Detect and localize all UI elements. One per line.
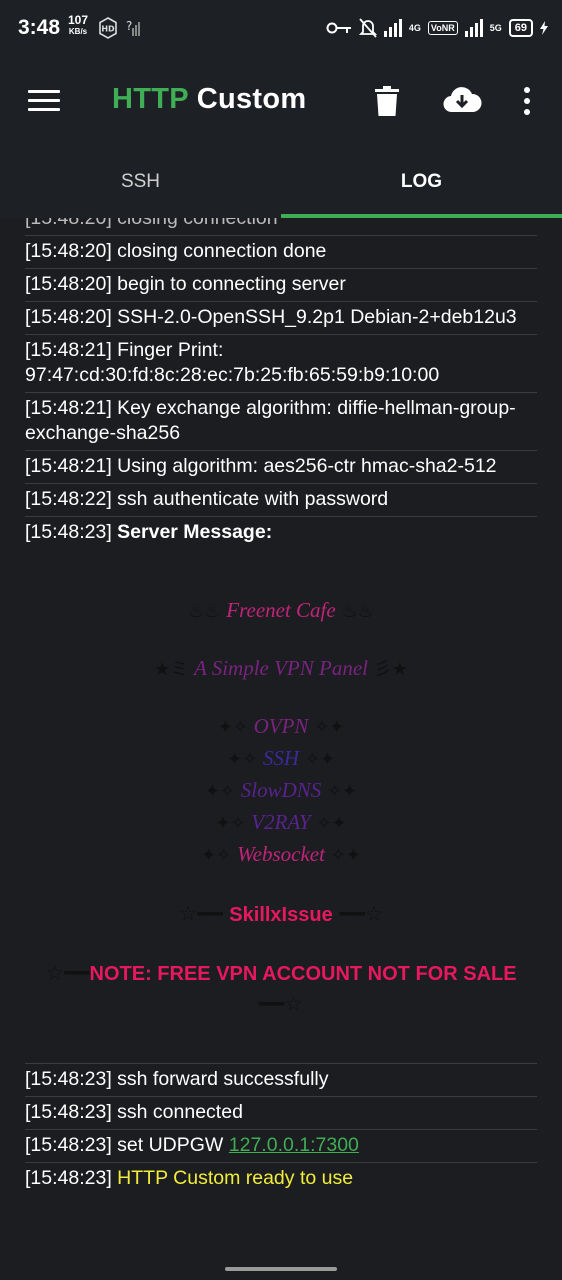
log-entry: [15:48:22] ssh authenticate with passwor… (25, 484, 537, 517)
home-indicator[interactable] (225, 1267, 337, 1271)
log-entry: [15:48:21] Using algorithm: aes256-ctr h… (25, 451, 537, 484)
signal-bars-2-icon (464, 19, 483, 37)
tab-log[interactable]: LOG (281, 148, 562, 218)
notification-icons: HD ? (98, 16, 142, 45)
udpgw-prefix: [15:48:23] set UDPGW (25, 1134, 224, 1156)
server-panel-text: A Simple VPN Panel (194, 656, 368, 680)
server-service-slowdns: ✦✧ SlowDNS ✧✦ (204, 778, 358, 802)
network-speed-value: 107 (68, 13, 89, 27)
server-message-entry: [15:48:23] Server Message: ♨♨ Freenet Ca… (25, 517, 537, 1064)
status-time: 3:48 (18, 16, 61, 39)
app-title-http: HTTP (112, 83, 189, 115)
log-entry: [15:48:20] closing connection (25, 218, 537, 236)
log-entry: [15:48:20] closing connection done (25, 236, 537, 269)
app-title: HTTP Custom (112, 83, 307, 116)
status-right-icons: 4G VoNR 5G 69 (326, 14, 548, 42)
ready-time: [15:48:23] (25, 1167, 112, 1189)
log-entry: [15:48:21] Finger Print: 97:47:cd:30:fd:… (25, 335, 537, 393)
log-entry: [15:48:20] SSH-2.0-OpenSSH_9.2p1 Debian-… (25, 302, 537, 335)
server-service-websocket: ✦✧ Websocket ✧✦ (201, 842, 361, 866)
log-entry-ready: [15:48:23] HTTP Custom ready to use (25, 1163, 537, 1195)
menu-icon[interactable] (28, 90, 60, 114)
server-note: ☆━━NOTE: FREE VPN ACCOUNT NOT FOR SALE ━━… (45, 961, 517, 1016)
trash-icon[interactable] (374, 86, 400, 116)
server-service-ovpn: ✦✧ OVPN ✧✦ (217, 714, 345, 738)
server-line-panel: ★ミ A Simple VPN Panel 彡★ (154, 656, 408, 680)
log-entry: [15:48:21] Key exchange algorithm: diffi… (25, 393, 537, 451)
tab-ssh[interactable]: SSH (0, 148, 281, 218)
app-title-custom: Custom (196, 83, 307, 115)
server-message-label: Server Message: (117, 521, 273, 543)
network-type-2: 5G (489, 22, 502, 33)
tab-bar: SSH LOG (0, 148, 562, 218)
udpgw-address-link[interactable]: 127.0.0.1:7300 (229, 1134, 359, 1156)
server-message-body: ♨♨ Freenet Cafe ♨♨ ★ミ A Simple VPN Panel… (25, 545, 537, 1063)
server-cafe-text: Freenet Cafe (226, 598, 336, 622)
server-signature: ☆━━ SkillxIssue ━━☆ (178, 902, 384, 926)
cloud-download-icon[interactable] (442, 86, 482, 116)
signal-bars-1-icon (383, 19, 402, 37)
log-entry: [15:48:23] ssh connected (25, 1097, 537, 1130)
server-service-ssh: ✦✧ SSH ✧✦ (227, 746, 335, 770)
charging-icon (540, 21, 548, 35)
server-message-time: [15:48:23] (25, 521, 112, 543)
server-line-cafe: ♨♨ Freenet Cafe ♨♨ (188, 598, 374, 622)
network-speed-unit: KB/s (68, 27, 88, 36)
svg-text:HD: HD (101, 25, 115, 34)
log-entry-udpgw: [15:48:23] set UDPGW 127.0.0.1:7300 (25, 1130, 537, 1163)
hd-icon: HD ? (99, 17, 140, 39)
network-type-1: 4G (408, 22, 421, 33)
battery-icon: 69 (508, 19, 533, 37)
log-entry: [15:48:23] ssh forward successfully (25, 1064, 537, 1097)
vpn-key-icon (326, 22, 351, 34)
network-speed: 107 KB/s (68, 13, 89, 37)
more-options-icon[interactable] (514, 86, 540, 116)
svg-text:?: ? (126, 19, 132, 33)
mute-bell-icon (358, 18, 377, 38)
ready-text: HTTP Custom ready to use (117, 1167, 354, 1189)
log-entry: [15:48:20] begin to connecting server (25, 269, 537, 302)
log-list[interactable]: [15:48:20] closing connection [15:48:20]… (25, 218, 537, 1254)
app-bar: HTTP Custom (0, 56, 562, 148)
vonr-badge: VoNR (427, 21, 458, 35)
server-service-v2ray: ✦✧ V2RAY ✧✦ (215, 810, 347, 834)
status-bar: 3:48 107 KB/s HD ? 4G VoNR 5G 69 (0, 0, 562, 56)
